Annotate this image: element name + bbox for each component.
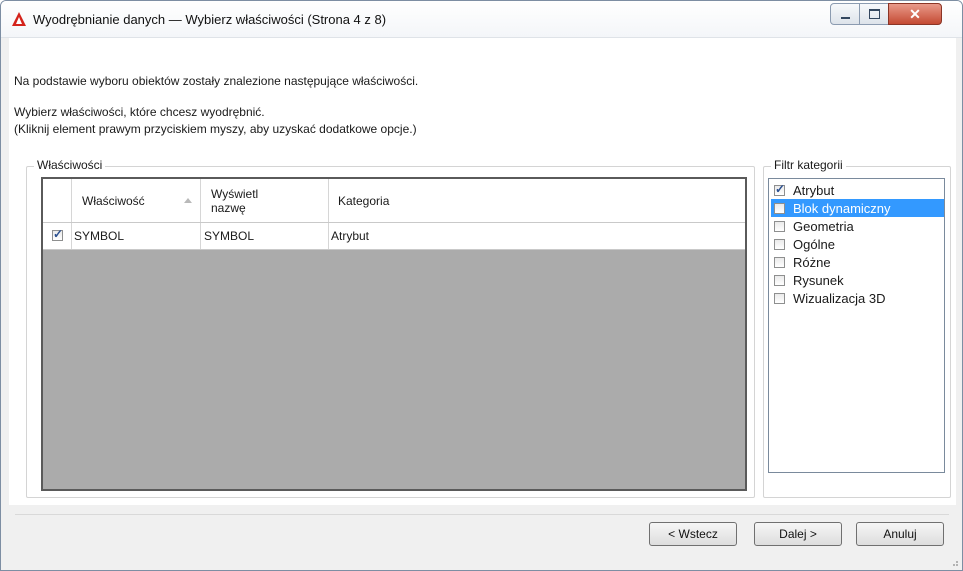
cancel-button[interactable]: Anuluj xyxy=(856,522,944,546)
autocad-logo-icon xyxy=(12,12,26,26)
column-header-display-name-line1: Wyświetl xyxy=(211,187,259,201)
header-checkbox-cell xyxy=(43,179,72,222)
maximize-icon xyxy=(868,9,880,19)
filter-checkbox[interactable] xyxy=(774,239,785,250)
table-row[interactable]: SYMBOL SYMBOL Atrybut xyxy=(43,223,745,250)
filter-checkbox[interactable] xyxy=(774,257,785,268)
column-header-category[interactable]: Kategoria xyxy=(329,179,745,222)
cell-property[interactable]: SYMBOL xyxy=(72,223,201,249)
description-line-1: Na podstawie wyboru obiektów zostały zna… xyxy=(14,74,419,88)
filter-item-label: Różne xyxy=(793,255,831,270)
filter-item-rozne[interactable]: Różne xyxy=(771,253,944,271)
filter-item-label: Blok dynamiczny xyxy=(793,201,891,216)
filter-item-label: Rysunek xyxy=(793,273,844,288)
next-button[interactable]: Dalej > xyxy=(754,522,842,546)
maximize-button[interactable] xyxy=(859,3,889,25)
filter-item-wizualizacja-3d[interactable]: Wizualizacja 3D xyxy=(771,289,944,307)
filter-item-label: Wizualizacja 3D xyxy=(793,291,886,306)
description-line-3: (Kliknij element prawym przyciskiem mysz… xyxy=(14,122,417,136)
filter-checkbox[interactable] xyxy=(774,182,785,196)
filter-item-label: Ogólne xyxy=(793,237,835,252)
cell-property-value: SYMBOL xyxy=(74,229,125,243)
filter-item-ogolne[interactable]: Ogólne xyxy=(771,235,944,253)
filter-item-label: Atrybut xyxy=(793,183,835,198)
cell-display-name-value: SYMBOL xyxy=(204,229,255,243)
filter-checkbox[interactable] xyxy=(774,293,785,304)
grid-header: Właściwość Wyświetl nazwę Kategoria xyxy=(43,179,745,223)
column-header-property[interactable]: Właściwość xyxy=(72,179,201,222)
column-header-display-name-line2: nazwę xyxy=(211,201,246,215)
back-button[interactable]: < Wstecz xyxy=(649,522,737,546)
column-header-category-label: Kategoria xyxy=(338,194,390,208)
close-icon: ✕ xyxy=(909,5,921,22)
description-line-2: Wybierz właściwości, które chcesz wyodrę… xyxy=(14,105,265,119)
resize-grip-icon[interactable] xyxy=(949,557,959,567)
filter-checkbox[interactable] xyxy=(774,275,785,286)
filter-item-rysunek[interactable]: Rysunek xyxy=(771,271,944,289)
filter-checkbox[interactable] xyxy=(774,203,785,214)
row-checkbox-cell xyxy=(43,223,72,249)
cell-display-name[interactable]: SYMBOL xyxy=(201,223,329,249)
cell-category-value: Atrybut xyxy=(331,229,370,243)
properties-grid[interactable]: Właściwość Wyświetl nazwę Kategoria SYMB… xyxy=(41,177,747,491)
minimize-button[interactable] xyxy=(830,3,860,25)
properties-group-label: Właściwości xyxy=(34,158,106,172)
column-header-display-name[interactable]: Wyświetl nazwę xyxy=(201,179,329,222)
minimize-icon xyxy=(840,17,850,19)
row-checkbox[interactable] xyxy=(52,227,63,241)
footer-divider xyxy=(15,514,949,515)
filter-checkbox[interactable] xyxy=(774,221,785,232)
filter-item-blok-dynamiczny[interactable]: Blok dynamiczny xyxy=(771,199,944,217)
close-button[interactable]: ✕ xyxy=(888,3,942,25)
dialog-window: Wyodrębnianie danych — Wybierz właściwoś… xyxy=(0,0,963,571)
column-header-property-label: Właściwość xyxy=(82,194,145,208)
cell-category[interactable]: Atrybut xyxy=(329,223,745,249)
filter-item-label: Geometria xyxy=(793,219,854,234)
window-title: Wyodrębnianie danych — Wybierz właściwoś… xyxy=(33,12,387,27)
sort-ascending-icon xyxy=(184,198,192,203)
category-filter-list[interactable]: Atrybut Blok dynamiczny Geometria Ogólne… xyxy=(768,178,945,473)
filter-item-geometria[interactable]: Geometria xyxy=(771,217,944,235)
title-bar[interactable]: Wyodrębnianie danych — Wybierz właściwoś… xyxy=(1,1,962,38)
category-filter-label: Filtr kategorii xyxy=(771,158,846,172)
filter-item-atrybut[interactable]: Atrybut xyxy=(771,181,944,199)
